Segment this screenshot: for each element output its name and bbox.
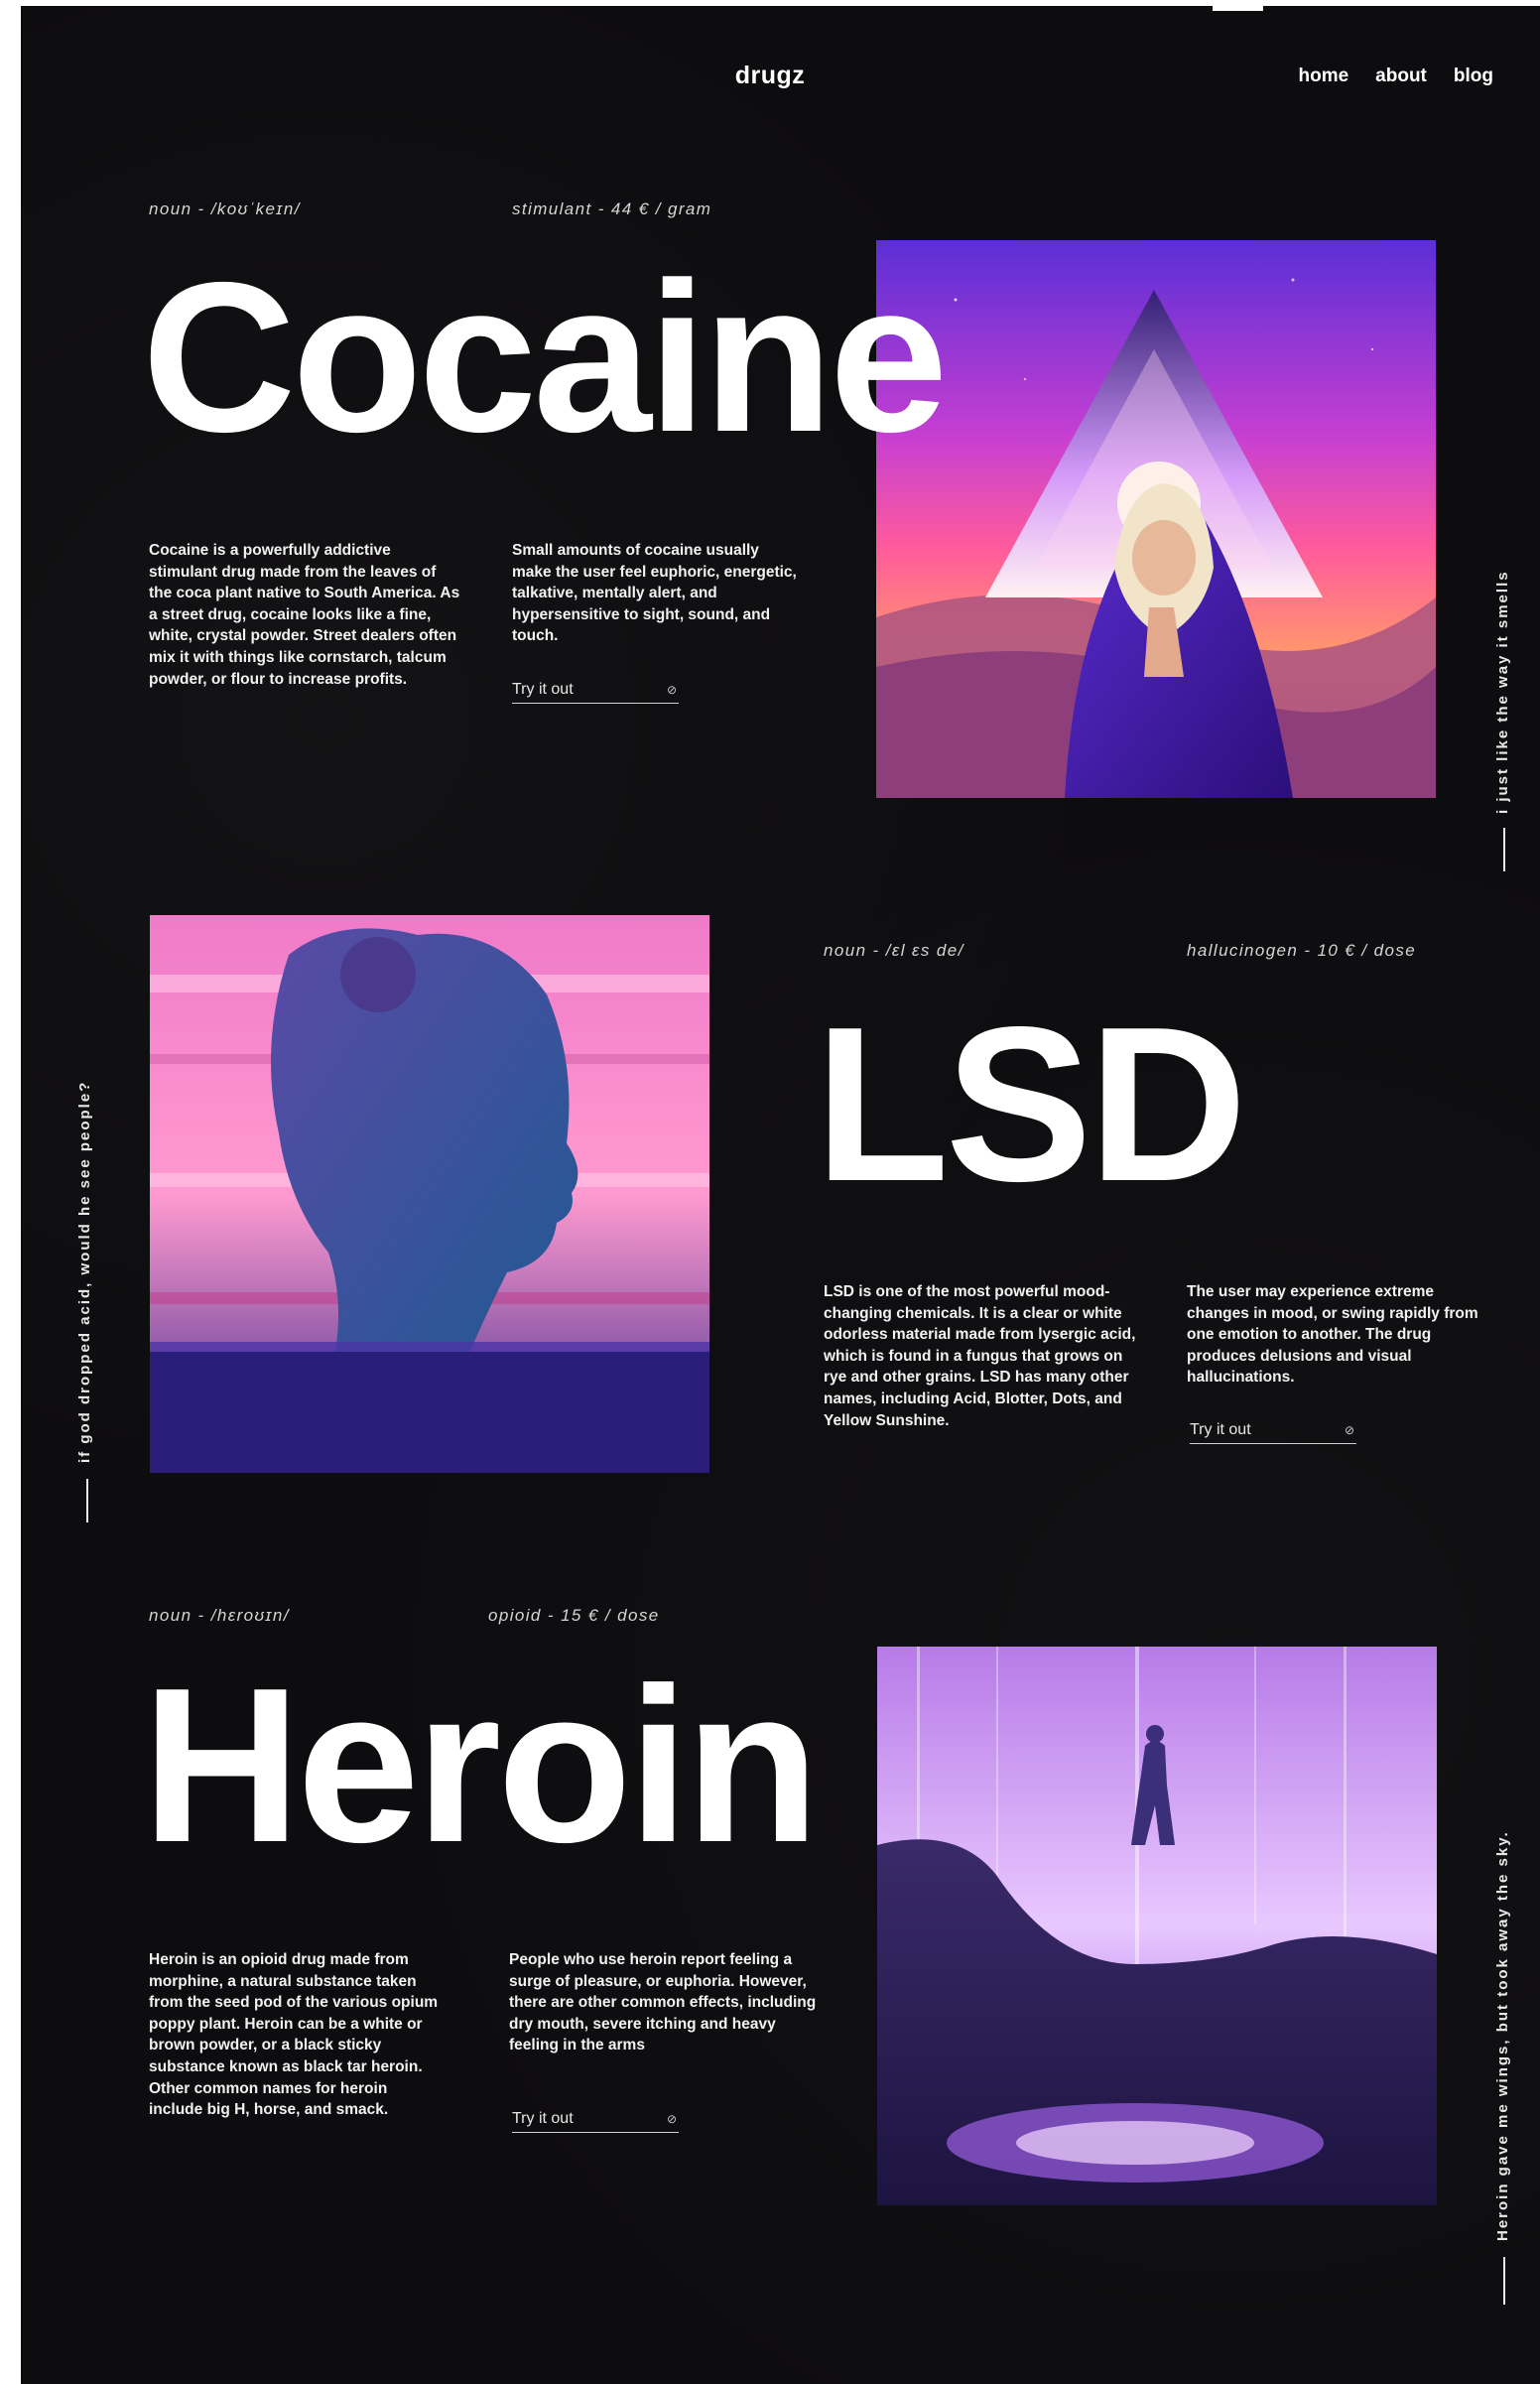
heroin-artwork — [877, 1647, 1437, 2205]
arrow-link-icon: ⊘ — [666, 683, 677, 697]
nav-about[interactable]: about — [1375, 66, 1427, 87]
side-quote-right-bottom: Heroin gave me wings, but took away the … — [1494, 1830, 1511, 2241]
cocaine-paragraph-1: Cocaine is a powerfully addictive stimul… — [149, 542, 460, 688]
cocaine-artwork — [876, 240, 1436, 798]
main-nav: home about blog — [1298, 66, 1493, 87]
heroin-try-label: Try it out — [512, 2110, 574, 2127]
lsd-title: LSD — [815, 982, 1247, 1228]
nav-home[interactable]: home — [1298, 66, 1348, 87]
arrow-link-icon: ⊘ — [666, 2112, 677, 2126]
heroin-try-link[interactable]: Try it out ⊘ — [512, 2110, 679, 2133]
cocaine-try-label: Try it out — [512, 681, 574, 698]
heroin-paragraph-1: Heroin is an opioid drug made from morph… — [149, 1951, 439, 2119]
side-quote-line — [1503, 2257, 1505, 2305]
cocaine-try-link[interactable]: Try it out ⊘ — [512, 681, 679, 704]
lsd-try-link[interactable]: Try it out ⊘ — [1190, 1421, 1356, 1444]
cocaine-paragraph-2: Small amounts of cocaine usually make th… — [512, 542, 797, 645]
heroin-title: Heroin — [142, 1643, 820, 1889]
lsd-category: hallucinogen - 10 € / dose — [1187, 941, 1417, 960]
cocaine-title: Cocaine — [142, 237, 948, 476]
lsd-pronunciation: noun - /ɛl ɛs de/ — [824, 941, 964, 960]
heroin-pronunciation: noun - /hɛroʊɪn/ — [149, 1606, 290, 1625]
arrow-link-icon: ⊘ — [1344, 1423, 1354, 1437]
side-quote-line — [1503, 828, 1505, 871]
heroin-category: opioid - 15 € / dose — [488, 1606, 660, 1625]
side-quote-right-top: i just like the way it smells — [1494, 570, 1511, 814]
side-quote-line — [86, 1479, 88, 1523]
lsd-paragraph-1: LSD is one of the most powerful mood-cha… — [824, 1283, 1136, 1429]
cocaine-category: stimulant - 44 € / gram — [512, 199, 712, 218]
heroin-paragraph-2: People who use heroin report feeling a s… — [509, 1951, 817, 2054]
page: drugz home about blog noun - /koʊˈkeɪn/ … — [21, 6, 1540, 2384]
nav-blog[interactable]: blog — [1454, 66, 1493, 87]
top-notch — [1213, 6, 1263, 11]
cocaine-pronunciation: noun - /koʊˈkeɪn/ — [149, 199, 301, 218]
lsd-artwork — [150, 915, 709, 1473]
lsd-paragraph-2: The user may experience extreme changes … — [1187, 1283, 1478, 1387]
side-quote-left-middle: if god dropped acid, would he see people… — [76, 1080, 93, 1463]
lsd-try-label: Try it out — [1190, 1421, 1251, 1438]
